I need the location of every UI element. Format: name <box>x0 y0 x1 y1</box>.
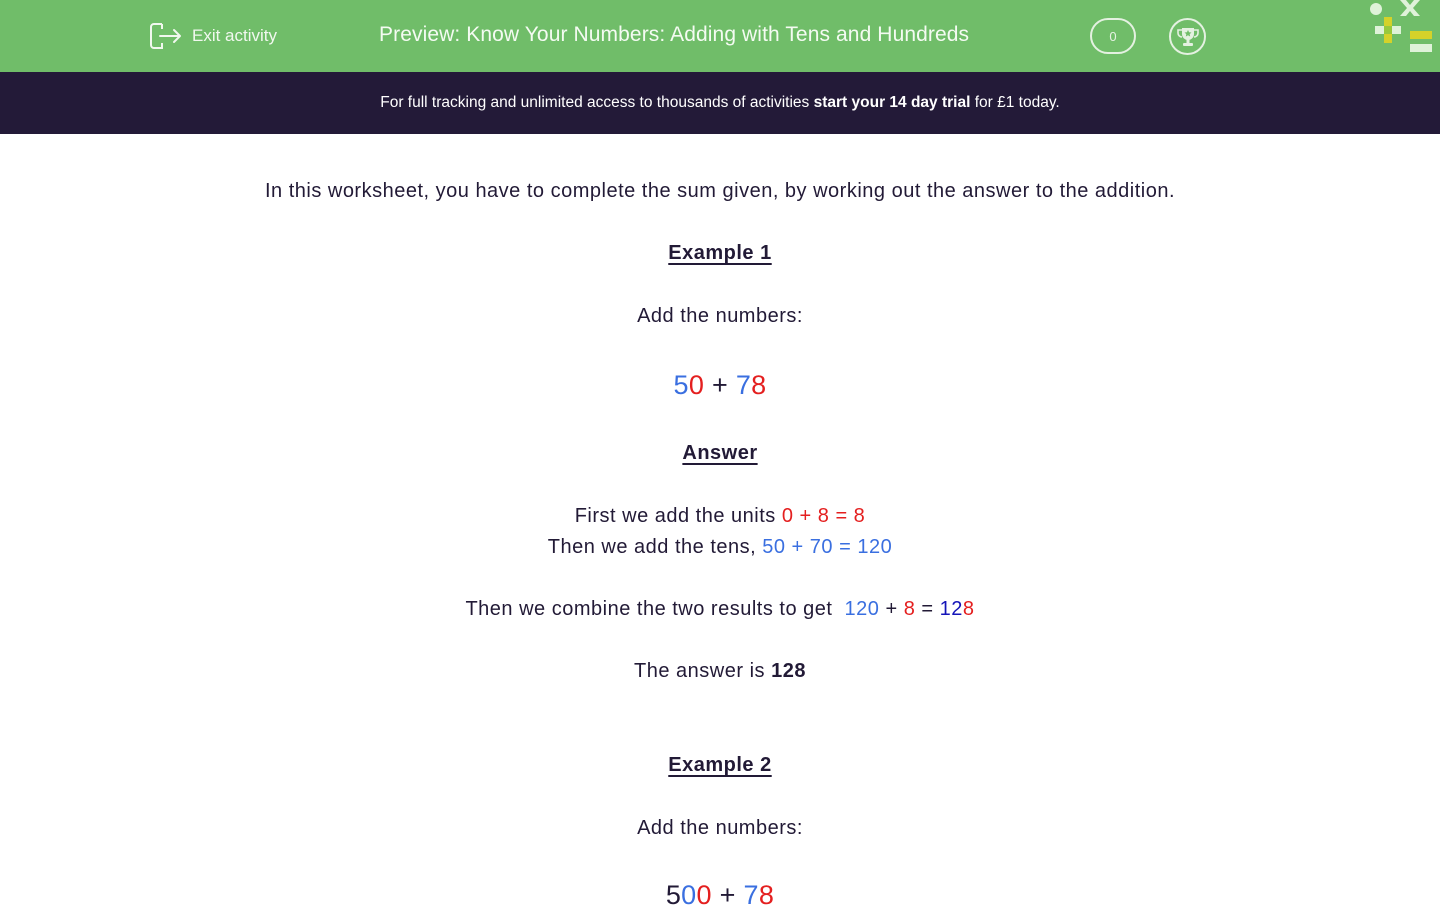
sum2-a-hundreds: 5 <box>665 880 682 910</box>
trophy-button[interactable] <box>1169 18 1206 55</box>
example-1-sum: 50 + 78 <box>0 370 1440 401</box>
exit-activity-button[interactable]: Exit activity <box>149 20 277 52</box>
banner-text-end: for £1 today. <box>970 94 1060 111</box>
sum2-b-tens: 7 <box>743 880 759 910</box>
trophy-icon <box>1176 27 1199 46</box>
sum2-a-tens: 0 <box>681 880 697 910</box>
combine-result-units: 8 <box>962 598 975 620</box>
combine-plus: + <box>879 598 904 620</box>
units-step: First we add the units 0 + 8 = 8 <box>0 505 1440 528</box>
combine-part2: 8 <box>903 598 916 620</box>
example-2-prompt: Add the numbers: <box>637 817 803 839</box>
sum2-b-units: 8 <box>758 880 775 910</box>
combine-step: Then we combine the two results to get 1… <box>0 598 1440 621</box>
sum-operator: + <box>704 370 736 400</box>
final-answer: The answer is 128 <box>0 660 1440 683</box>
final-answer-text: The answer is <box>634 660 772 682</box>
tens-step: Then we add the tens, 50 + 70 = 120 <box>0 536 1440 559</box>
top-bar: Exit activity Preview: Know Your Numbers… <box>0 0 1440 72</box>
combine-equals: = <box>915 598 940 620</box>
maths-symbols-logo <box>1370 0 1432 52</box>
tens-step-text: Then we add the tens, <box>547 536 763 558</box>
answer-heading: Answer <box>682 442 758 464</box>
example-2-sum: 500 + 78 <box>0 880 1440 911</box>
score-badge: 0 <box>1090 18 1136 54</box>
banner-text: For full tracking and unlimited access t… <box>380 94 814 111</box>
sum-b-units: 8 <box>751 370 767 400</box>
units-step-calc: 0 + 8 = 8 <box>781 505 866 527</box>
example-2-heading: Example 2 <box>668 754 772 776</box>
sum-a-tens: 5 <box>673 370 689 400</box>
example-1-heading: Example 1 <box>668 242 772 264</box>
sum2-a-units: 0 <box>696 880 712 910</box>
final-answer-value: 128 <box>771 660 806 682</box>
example-1-prompt: Add the numbers: <box>637 305 803 327</box>
sum2-operator: + <box>711 880 744 910</box>
units-step-text: First we add the units <box>574 505 782 527</box>
sum-b-tens: 7 <box>735 370 752 400</box>
exit-activity-label: Exit activity <box>192 26 278 45</box>
sum-a-units: 0 <box>688 370 705 400</box>
combine-step-text: Then we combine the two results to get <box>465 598 845 620</box>
tens-step-calc: 50 + 70 = 120 <box>762 536 893 558</box>
exit-icon <box>150 23 181 49</box>
start-trial-link[interactable]: start your 14 day trial <box>814 94 971 112</box>
combine-part1: 120 <box>844 598 880 620</box>
combine-result-tens: 12 <box>939 598 963 620</box>
trial-banner: For full tracking and unlimited access t… <box>0 72 1440 134</box>
intro-text: In this worksheet, you have to complete … <box>264 180 1176 202</box>
activity-title: Preview: Know Your Numbers: Adding with … <box>379 23 970 46</box>
